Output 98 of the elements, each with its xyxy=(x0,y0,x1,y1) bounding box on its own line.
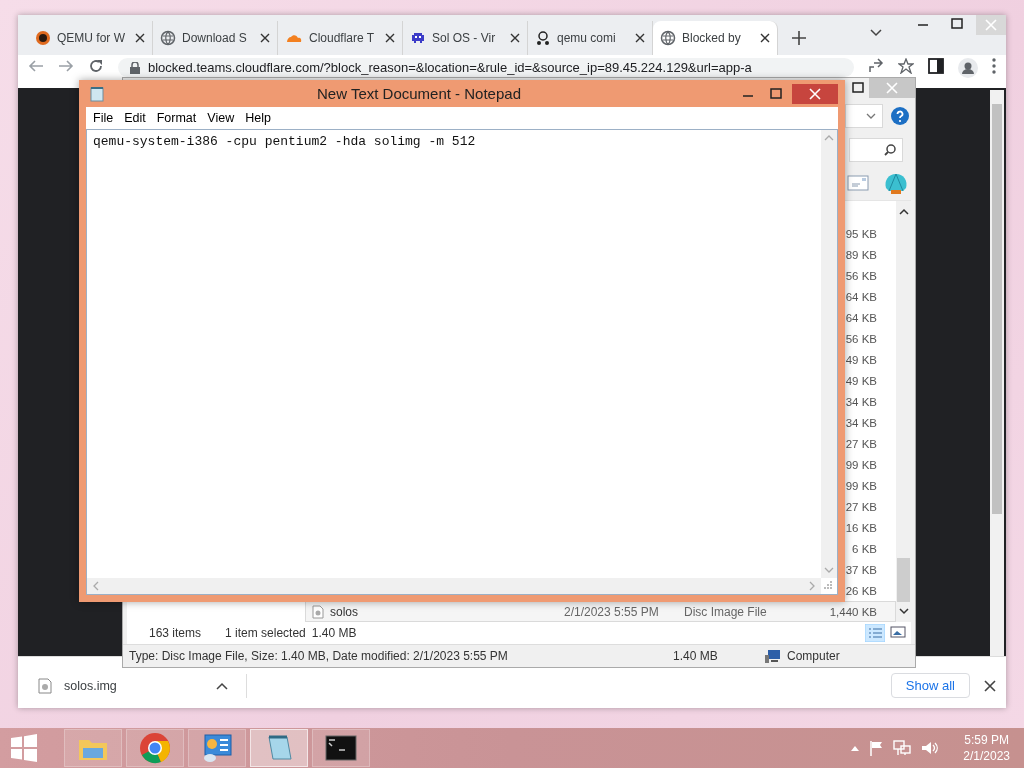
menu-item[interactable]: File xyxy=(89,111,118,125)
window-title: New Text Document - Notepad xyxy=(316,85,522,102)
file-size: 37 KB xyxy=(845,563,877,576)
globe-icon xyxy=(160,30,176,46)
more-menu-icon[interactable] xyxy=(992,58,996,74)
search-icon[interactable] xyxy=(884,144,896,156)
chevron-down-icon[interactable] xyxy=(866,112,876,120)
close-icon[interactable] xyxy=(135,33,145,43)
forward-arrow-icon[interactable] xyxy=(58,58,74,74)
new-tab-icon[interactable] xyxy=(792,31,806,45)
star-icon[interactable] xyxy=(898,58,914,74)
shell-icon[interactable] xyxy=(883,171,909,195)
disc-file-icon xyxy=(38,677,52,694)
reload-icon[interactable] xyxy=(88,58,104,74)
browser-tab[interactable]: Sol OS - Vir xyxy=(403,21,528,55)
close-icon[interactable] xyxy=(760,33,770,43)
close-icon[interactable] xyxy=(635,33,645,43)
taskbar-button[interactable] xyxy=(312,729,370,767)
start-icon[interactable] xyxy=(10,734,38,762)
close-icon[interactable] xyxy=(984,679,996,692)
file-size: 34 KB xyxy=(845,416,877,429)
browser-tab[interactable]: Blocked by xyxy=(653,21,778,55)
editor-text: qemu-system-i386 -cpu pentium2 -hda solimg -m 512 xyxy=(92,133,477,151)
scrollbar-thumb[interactable] xyxy=(992,104,1002,514)
flag-icon[interactable] xyxy=(869,740,884,756)
network-icon[interactable] xyxy=(893,740,912,756)
help-icon[interactable] xyxy=(891,107,909,125)
scroll-up-icon[interactable] xyxy=(898,207,909,215)
taskbar-button[interactable] xyxy=(188,729,246,767)
date-modified: 2/1/2023 5:55 PM xyxy=(564,604,659,619)
file-size: 56 KB xyxy=(845,269,877,282)
file-size: 27 KB xyxy=(845,437,877,450)
control-panel-icon xyxy=(201,733,233,763)
caret-up-icon[interactable] xyxy=(216,681,228,690)
scrollbar[interactable] xyxy=(990,90,1004,656)
glider-icon xyxy=(535,30,551,46)
file-size: 64 KB xyxy=(845,311,877,324)
resize-grip-icon xyxy=(821,578,833,590)
search-field[interactable] xyxy=(849,138,903,162)
file-size: 64 KB xyxy=(845,290,877,303)
menu-item[interactable]: Edit xyxy=(120,111,150,125)
volume-icon[interactable] xyxy=(921,740,940,756)
side-panel-icon[interactable] xyxy=(928,58,944,74)
close-icon[interactable] xyxy=(510,33,520,43)
item-count: 163 items xyxy=(149,626,202,640)
file-details-text: Type: Disc Image File, Size: 1.40 MB, Date modified: 2/1/2023 5:55 PM xyxy=(129,649,509,663)
browser-tab[interactable]: Download S xyxy=(153,21,278,55)
file-size: 26 KB xyxy=(845,584,877,597)
pixel-creature-icon xyxy=(410,30,426,46)
clock-date: 2/1/2023 xyxy=(963,748,1010,764)
notepad-icon xyxy=(90,85,104,102)
file-size: 99 KB xyxy=(845,479,877,492)
lock-icon xyxy=(130,61,140,74)
browser-tab[interactable]: Cloudflare T xyxy=(278,21,403,55)
menu-item[interactable]: View xyxy=(203,111,239,125)
file-size: 95 KB xyxy=(845,227,877,240)
location-text: Computer xyxy=(787,649,840,663)
address-bar[interactable]: blocked.teams.cloudflare.com/?block_reason=&location=&rule_id=&source_ip=89.45.224.129&url=app-a xyxy=(118,58,854,77)
file-size: 89 KB xyxy=(845,248,877,261)
close-icon[interactable] xyxy=(385,33,395,43)
terminal-icon xyxy=(325,735,357,761)
chevron-down-icon[interactable] xyxy=(870,29,882,37)
file-size: 27 KB xyxy=(845,500,877,513)
menu-item[interactable]: Help xyxy=(241,111,275,125)
address-field[interactable] xyxy=(845,104,883,128)
file-size: 16 KB xyxy=(845,521,877,534)
disc-file-icon xyxy=(312,604,324,619)
download-item[interactable]: solos.img xyxy=(38,673,247,698)
show-all-button[interactable]: Show all xyxy=(890,673,970,698)
clock-time: 5:59 PM xyxy=(964,732,1009,748)
download-file-name: solos.img xyxy=(64,678,118,693)
selection-size: 1.40 MB xyxy=(311,626,357,640)
thumbnail-view-icon[interactable] xyxy=(889,624,907,640)
browser-tab[interactable]: QEMU for W xyxy=(28,21,153,55)
file-size-text: 1.40 MB xyxy=(673,649,719,663)
share-icon[interactable] xyxy=(868,58,884,74)
selection-count: 1 item selected xyxy=(225,626,306,640)
profile-icon[interactable] xyxy=(958,58,978,78)
file-row[interactable]: solos 2/1/2023 5:55 PM Disc Image File 1,440 KB xyxy=(305,601,896,622)
globe-icon xyxy=(660,30,676,46)
scroll-down-icon[interactable] xyxy=(898,608,909,616)
file-size: 49 KB xyxy=(845,374,877,387)
computer-icon xyxy=(765,649,781,663)
file-name: solos xyxy=(330,604,358,619)
file-size: 49 KB xyxy=(845,353,877,366)
file-size: 34 KB xyxy=(845,395,877,408)
file-type: Disc Image File xyxy=(684,604,767,619)
qemu-logo-icon xyxy=(35,30,51,46)
back-arrow-icon[interactable] xyxy=(28,58,44,74)
file-size: 1,440 KB xyxy=(829,605,877,618)
file-size: 6 KB xyxy=(852,542,877,555)
file-size: 56 KB xyxy=(845,332,877,345)
close-icon[interactable] xyxy=(260,33,270,43)
file-size: 99 KB xyxy=(845,458,877,471)
menu-item[interactable]: Format xyxy=(152,111,201,125)
scrollbar-thumb[interactable] xyxy=(897,558,910,602)
scrollbar[interactable] xyxy=(896,201,911,622)
chrome-icon xyxy=(139,732,171,764)
